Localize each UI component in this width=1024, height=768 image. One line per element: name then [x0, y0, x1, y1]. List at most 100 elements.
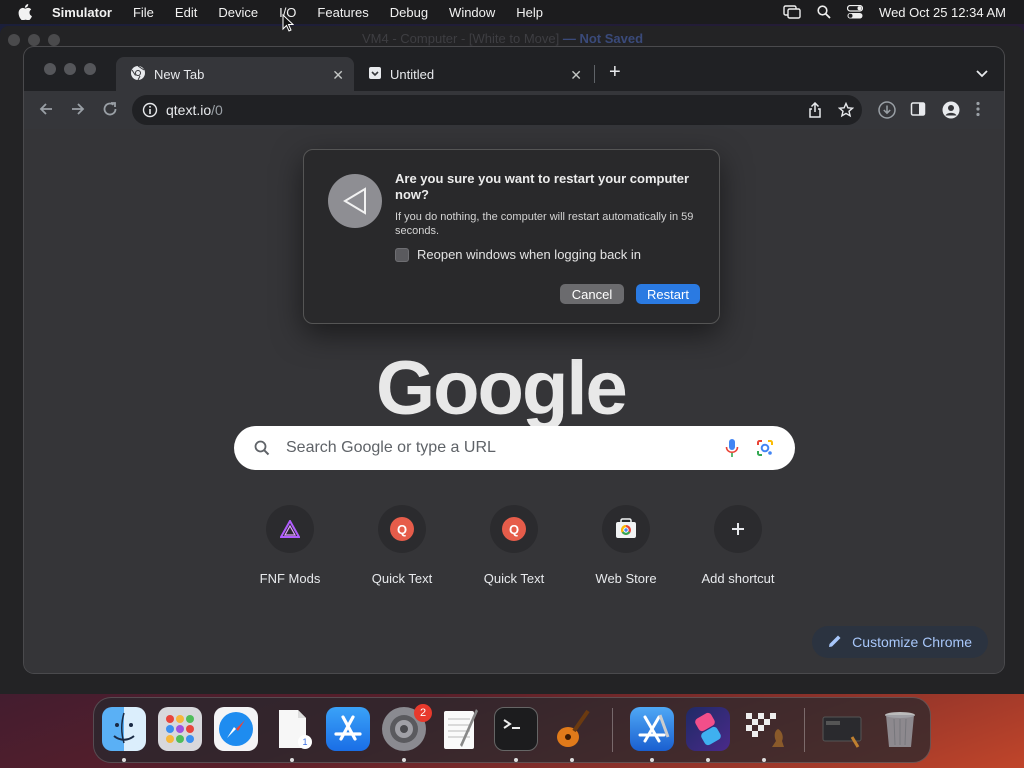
menu-features[interactable]: Features — [317, 5, 368, 20]
screen-mirroring-icon[interactable] — [783, 5, 801, 19]
tab-new-tab[interactable]: New Tab ✕ — [116, 57, 354, 91]
dialog-title: Are you sure you want to restart your co… — [395, 171, 690, 202]
finder-icon[interactable] — [102, 707, 146, 751]
sim-title-text: VM4 - Computer - [White to Move] — [362, 31, 560, 46]
page-icon — [368, 66, 382, 83]
app-store-icon[interactable] — [326, 707, 370, 751]
tab-strip: New Tab ✕ Untitled ✕ + — [24, 47, 1004, 91]
tab-divider — [594, 65, 595, 83]
pencil-icon — [828, 634, 842, 651]
more-menu-icon[interactable] — [976, 101, 980, 122]
share-icon[interactable] — [808, 101, 822, 123]
new-tab-plus-icon[interactable]: + — [609, 61, 621, 84]
menu-edit[interactable]: Edit — [175, 5, 197, 20]
forward-arrow-icon[interactable] — [70, 101, 86, 122]
menu-debug[interactable]: Debug — [390, 5, 428, 20]
menu-app-name[interactable]: Simulator — [52, 5, 112, 20]
shortcut-label: Quick Text — [483, 571, 545, 586]
shortcut-web-store[interactable]: Web Store — [570, 505, 682, 586]
running-indicator — [290, 758, 294, 762]
menu-device[interactable]: Device — [218, 5, 258, 20]
restart-triangle-icon — [328, 174, 382, 228]
search-icon — [254, 440, 270, 456]
spotlight-search-icon[interactable] — [817, 5, 831, 19]
apple-menu-icon[interactable] — [18, 4, 38, 20]
shortcut-quick-text-2[interactable]: Q Quick Text — [458, 505, 570, 586]
restart-dialog: Are you sure you want to restart your co… — [303, 149, 720, 324]
mouse-cursor-icon — [282, 13, 295, 37]
url-host: qtext.io — [166, 102, 212, 118]
search-input[interactable] — [286, 439, 706, 457]
shortcut-quick-text-1[interactable]: Q Quick Text — [346, 505, 458, 586]
profile-avatar-icon[interactable] — [942, 101, 960, 124]
chrome-minimize-button[interactable] — [64, 63, 76, 75]
checkbox-label: Reopen windows when logging back in — [417, 247, 642, 262]
close-tab-icon[interactable]: ✕ — [570, 67, 582, 84]
reopen-windows-checkbox[interactable]: Reopen windows when logging back in — [395, 247, 641, 262]
quick-text-badge: Q — [502, 517, 526, 541]
garageband-icon[interactable] — [550, 707, 594, 751]
voice-search-mic-icon[interactable] — [725, 438, 739, 463]
menu-window[interactable]: Window — [449, 5, 495, 20]
shortcuts-icon[interactable] — [686, 707, 730, 751]
tab-search-chevron-icon[interactable] — [976, 65, 988, 83]
launchpad-icon[interactable] — [158, 707, 202, 751]
bookmark-star-icon[interactable] — [837, 101, 855, 123]
url-path: /0 — [211, 102, 223, 118]
address-bar[interactable]: qtext.io/0 — [132, 95, 862, 125]
menu-help[interactable]: Help — [516, 5, 543, 20]
simulator-window-title: VM4 - Computer - [White to Move] — Not S… — [362, 31, 643, 46]
dock-separator — [804, 708, 805, 752]
shortcut-label: Web Store — [595, 571, 657, 586]
web-store-icon — [602, 505, 650, 553]
sim-minimize-button[interactable] — [28, 34, 40, 46]
dialog-message: If you do nothing, the computer will res… — [395, 211, 694, 237]
chrome-close-button[interactable] — [44, 63, 56, 75]
customize-chrome-button[interactable]: Customize Chrome — [812, 626, 988, 658]
side-panel-icon[interactable] — [910, 101, 926, 122]
sim-zoom-button[interactable] — [48, 34, 60, 46]
back-arrow-icon[interactable] — [38, 101, 54, 122]
sim-close-button[interactable] — [8, 34, 20, 46]
chrome-window: New Tab ✕ Untitled ✕ + qtext.io/0 Google… — [24, 47, 1004, 673]
textedit-icon[interactable] — [438, 707, 482, 751]
url-text[interactable]: qtext.io/0 — [166, 102, 223, 118]
quick-text-icon: Q — [490, 505, 538, 553]
screen-preview-icon[interactable] — [820, 707, 864, 751]
close-tab-icon[interactable]: ✕ — [332, 67, 344, 84]
chrome-toolbar: qtext.io/0 — [24, 91, 1004, 129]
restart-button[interactable]: Restart — [636, 284, 700, 304]
chrome-zoom-button[interactable] — [84, 63, 96, 75]
chess-icon[interactable] — [742, 707, 786, 751]
customize-chrome-label: Customize Chrome — [852, 634, 972, 650]
shortcut-fnf-mods[interactable]: FNF Mods — [234, 505, 346, 586]
plus-icon — [714, 505, 762, 553]
running-indicator — [706, 758, 710, 762]
menu-file[interactable]: File — [133, 5, 154, 20]
menu-clock[interactable]: Wed Oct 25 12:34 AM — [879, 5, 1006, 20]
quick-text-icon: Q — [378, 505, 426, 553]
terminal-icon[interactable] — [494, 707, 538, 751]
xcode-icon[interactable] — [630, 707, 674, 751]
shortcut-add[interactable]: Add shortcut — [682, 505, 794, 586]
dock-separator — [612, 708, 613, 752]
trash-icon[interactable] — [878, 707, 922, 751]
google-lens-icon[interactable] — [755, 438, 775, 463]
google-search-box[interactable] — [234, 426, 795, 470]
control-center-icon[interactable] — [847, 5, 864, 19]
dock: 1 2 — [93, 697, 931, 763]
downloads-icon[interactable] — [878, 101, 896, 124]
running-indicator — [762, 758, 766, 762]
fnf-triangle-icon — [266, 505, 314, 553]
checkbox-box[interactable] — [395, 247, 409, 262]
running-indicator — [570, 758, 574, 762]
cancel-button[interactable]: Cancel — [560, 284, 624, 304]
document-badge: 1 — [298, 735, 312, 749]
shortcut-label: FNF Mods — [259, 571, 321, 586]
tab-untitled[interactable]: Untitled ✕ — [354, 57, 592, 91]
site-info-icon[interactable] — [142, 102, 158, 118]
running-indicator — [122, 758, 126, 762]
reload-icon[interactable] — [102, 101, 118, 122]
quick-text-badge: Q — [390, 517, 414, 541]
safari-icon[interactable] — [214, 707, 258, 751]
